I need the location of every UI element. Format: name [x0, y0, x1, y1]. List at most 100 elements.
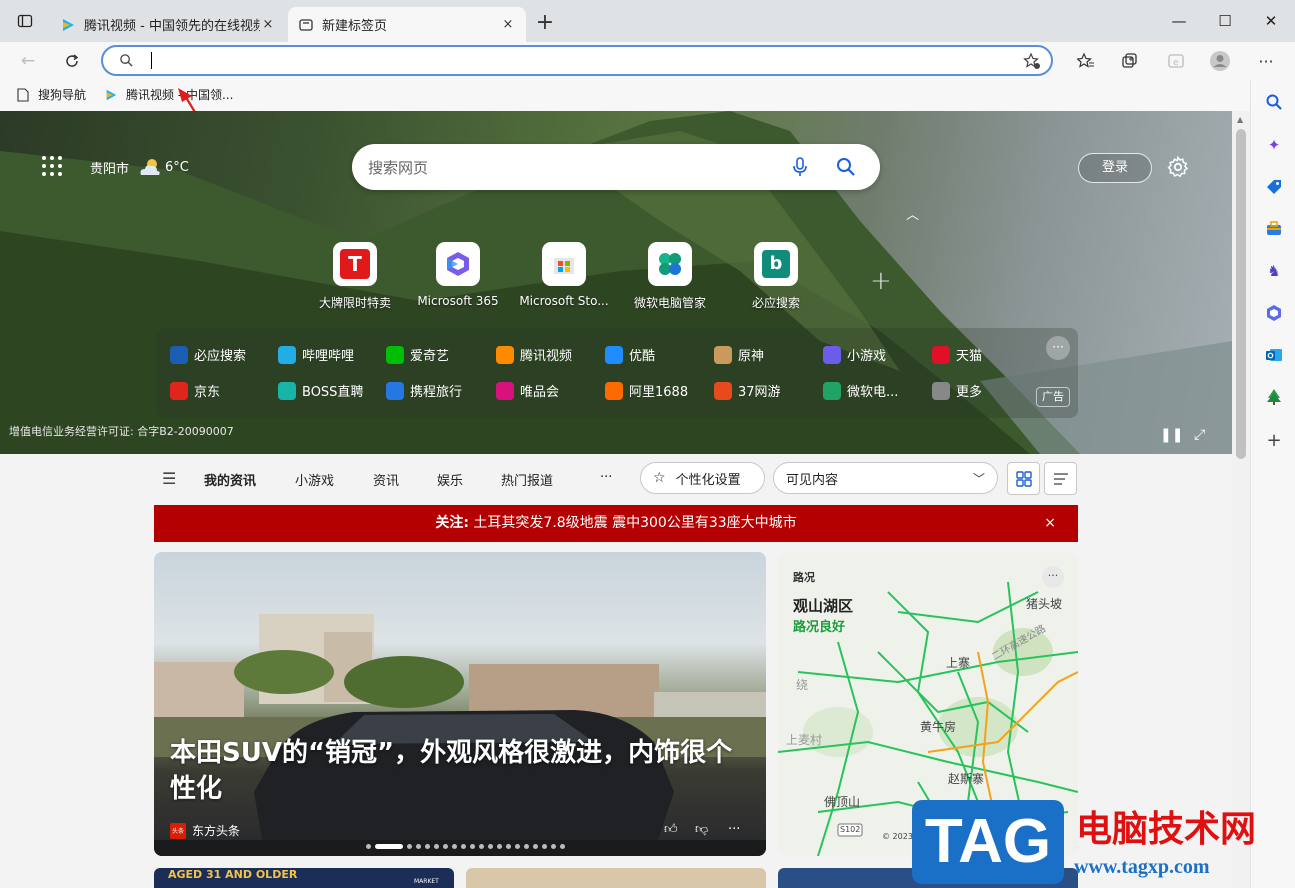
tile-pc-manager[interactable]: 微软电脑管家 — [625, 242, 715, 311]
quick-link[interactable]: 小游戏 — [823, 345, 886, 364]
personalize-button[interactable]: ☆ 个性化设置 — [640, 462, 765, 494]
address-bar[interactable] — [101, 45, 1053, 76]
quick-link[interactable]: 37网游 — [714, 381, 781, 400]
feed-tab-news[interactable]: 资讯 — [373, 470, 399, 489]
thumbs-up-icon[interactable]: 👍︎ — [664, 822, 678, 837]
quick-link[interactable]: 必应搜索 — [170, 345, 246, 364]
quick-link[interactable]: 阿里1688 — [605, 381, 688, 400]
pause-background-icon[interactable]: ❚❚ — [1160, 427, 1183, 443]
web-search-box[interactable]: 搜索网页 — [352, 144, 880, 190]
quick-link[interactable]: 京东 — [170, 381, 220, 400]
tab-actions-icon[interactable] — [12, 8, 38, 34]
quick-link-label: 阿里1688 — [629, 385, 689, 400]
quick-link-label: 必应搜索 — [194, 349, 247, 364]
scrollbar[interactable]: ▲ — [1232, 111, 1250, 888]
maximize-button[interactable]: ☐ — [1202, 8, 1248, 34]
quick-link-icon — [932, 381, 950, 400]
links-more-button[interactable]: ··· — [1046, 336, 1070, 360]
search-icon[interactable] — [836, 157, 856, 177]
quick-link[interactable]: 天猫 — [932, 345, 982, 364]
feed-tab-mini-games[interactable]: 小游戏 — [295, 470, 334, 489]
thumbs-down-icon[interactable]: 👎︎ — [695, 822, 708, 837]
bookmark-sougou[interactable]: 搜狗导航 — [16, 86, 86, 103]
add-sidebar-item-icon[interactable]: + — [1264, 430, 1284, 451]
alert-text: 土耳其突发7.8级地震 震中300公里有33座大中城市 — [473, 515, 797, 531]
weather-widget[interactable]: 贵阳市 6°C — [90, 157, 189, 177]
apps-launcher-icon[interactable] — [42, 156, 64, 178]
news-source[interactable]: 头条 东方头条 — [170, 822, 240, 839]
quick-link[interactable]: 原神 — [714, 345, 764, 364]
tile-brand-sale[interactable]: T 大牌限时特卖 — [310, 242, 400, 311]
tile-microsoft-365[interactable]: Microsoft 365 — [413, 242, 503, 308]
quick-link[interactable]: 微软电... — [823, 381, 898, 400]
add-shortcut-button[interactable]: + — [870, 266, 892, 296]
scrollbar-thumb[interactable] — [1236, 129, 1246, 459]
quick-link[interactable]: 哔哩哔哩 — [278, 345, 354, 364]
refresh-icon[interactable] — [58, 48, 86, 74]
headline-title[interactable]: 本田SUV的“销冠”，外观风格很激进，内饰很个性化 — [170, 735, 750, 807]
hamburger-menu-icon[interactable]: ☰ — [162, 469, 176, 488]
news-card-peek[interactable] — [466, 868, 766, 888]
new-tab-button[interactable]: + — [532, 10, 558, 36]
breaking-news-banner[interactable]: 关注: 土耳其突发7.8级地震 震中300公里有33座大中城市 × — [154, 505, 1078, 542]
collections-icon[interactable] — [1116, 48, 1144, 74]
feed-more-tabs[interactable]: ··· — [600, 470, 612, 485]
quick-link[interactable]: 爱奇艺 — [386, 345, 449, 364]
microsoft365-icon — [447, 252, 469, 276]
more-menu-icon[interactable]: ··· — [1252, 48, 1280, 74]
close-tab-icon[interactable]: × — [260, 17, 276, 32]
profile-avatar-icon[interactable] — [1206, 48, 1234, 74]
close-window-button[interactable]: ✕ — [1248, 8, 1294, 34]
microphone-icon[interactable] — [792, 157, 808, 177]
login-button[interactable]: 登录 — [1078, 153, 1152, 183]
quick-link-label: 携程旅行 — [410, 385, 463, 400]
quick-link-icon — [496, 345, 514, 364]
quick-link[interactable]: 携程旅行 — [386, 381, 462, 400]
collapse-chevron-icon[interactable]: ︿ — [906, 204, 919, 223]
pc-manager-icon — [659, 253, 681, 275]
carousel-pagination[interactable] — [366, 844, 565, 850]
quick-link[interactable]: 唯品会 — [496, 381, 559, 400]
fullscreen-icon[interactable]: ⤢ — [1194, 427, 1205, 443]
tile-bing[interactable]: b 必应搜索 — [731, 242, 821, 311]
headline-card[interactable]: 本田SUV的“销冠”，外观风格很激进，内饰很个性化 头条 东方头条 👍︎ 👎︎ … — [154, 552, 766, 856]
ie-mode-icon[interactable]: e — [1162, 48, 1190, 74]
close-tab-icon[interactable]: × — [500, 17, 516, 32]
grid-view-button[interactable] — [1007, 462, 1040, 495]
traffic-more-icon[interactable]: ··· — [1042, 566, 1064, 588]
quick-link[interactable]: 更多 — [932, 381, 982, 400]
quick-link[interactable]: 优酷 — [605, 345, 655, 364]
shopping-tag-icon[interactable] — [1264, 177, 1284, 197]
feed-tab-hot[interactable]: 热门报道 — [501, 470, 553, 489]
visible-content-select[interactable]: 可见内容 ﹀ — [773, 462, 998, 494]
tile-label: Microsoft Sto... — [519, 294, 609, 308]
news-card-peek[interactable]: AGED 31 AND OLDER MARKET — [154, 868, 454, 888]
tree-icon[interactable] — [1264, 387, 1284, 407]
map-label: S102 — [840, 825, 861, 834]
quick-link[interactable]: 腾讯视频 — [496, 345, 572, 364]
settings-gear-icon[interactable] — [1166, 155, 1190, 179]
quick-link-label: 优酷 — [629, 349, 656, 364]
copilot-sparkle-icon[interactable]: ✦ — [1264, 135, 1284, 155]
feed-tab-entertainment[interactable]: 娱乐 — [437, 470, 463, 489]
microsoft365-icon[interactable] — [1264, 303, 1284, 323]
outlook-icon[interactable] — [1264, 345, 1284, 365]
minimize-button[interactable]: — — [1156, 8, 1202, 34]
bookmarks-bar: 搜狗导航 腾讯视频 - 中国领... — [0, 80, 1250, 181]
tools-briefcase-icon[interactable] — [1264, 219, 1284, 239]
feed-tab-my-news[interactable]: 我的资讯 — [204, 470, 256, 489]
tile-microsoft-store[interactable]: Microsoft Sto... — [519, 242, 609, 308]
traffic-status: 路况良好 — [793, 620, 846, 635]
games-chess-icon[interactable]: ♞ — [1264, 261, 1284, 281]
list-view-button[interactable] — [1044, 462, 1077, 495]
close-alert-icon[interactable]: × — [1044, 505, 1056, 542]
back-icon[interactable]: ← — [14, 48, 42, 74]
quick-link[interactable]: BOSS直聘 — [278, 381, 363, 400]
tab-new-tab[interactable]: 新建标签页 × — [288, 7, 526, 42]
favorites-icon[interactable] — [1072, 48, 1100, 74]
card-more-icon[interactable]: ··· — [728, 822, 740, 837]
quick-link-label: 腾讯视频 — [520, 349, 573, 364]
add-favorite-icon[interactable] — [1023, 52, 1041, 70]
search-icon[interactable] — [1264, 92, 1284, 112]
tab-tencent-video[interactable]: 腾讯视频 - 中国领先的在线视频媒 × — [50, 7, 286, 42]
